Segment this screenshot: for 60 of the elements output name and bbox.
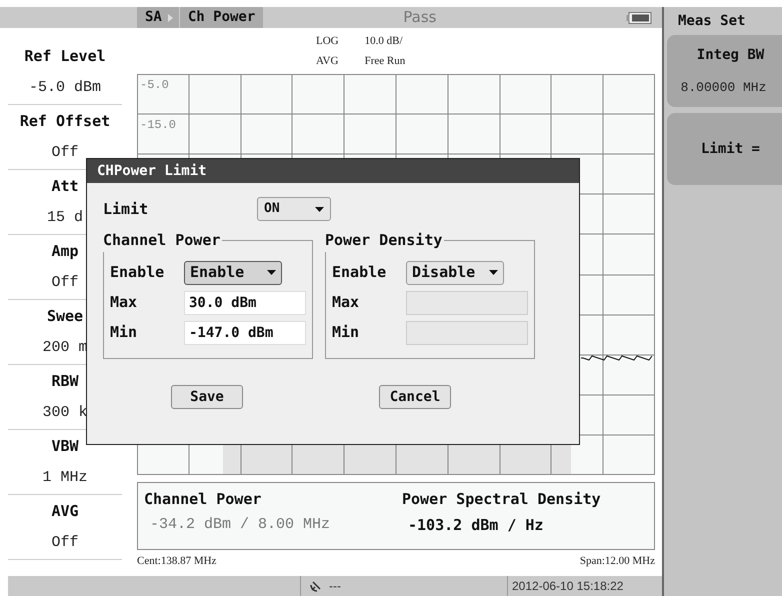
field-label: Max [110, 292, 138, 314]
center-frequency: Cent:138.87 MHz [137, 554, 216, 569]
parameter-label[interactable]: Amp [51, 240, 79, 262]
caret-icon [267, 270, 276, 275]
parameter-value: Off [51, 532, 78, 553]
result-label: Power Spectral Density [402, 489, 601, 510]
parameter-value: 15 d [46, 208, 83, 228]
mode-tab[interactable]: SA Ch Power [137, 7, 264, 28]
spectrum-trace [580, 355, 652, 361]
parameter-value: 1 MHz [42, 468, 88, 488]
caret-icon [315, 206, 324, 212]
softkey-button[interactable]: Integ BW 8.00000 MHz [667, 35, 782, 107]
span-frequency: Span:12.00 MHz [580, 554, 655, 569]
battery-icon [626, 12, 652, 24]
chevron-right-icon [168, 14, 173, 22]
menu-title: Meas Set [677, 12, 746, 30]
scale-label: -15.0 [140, 117, 176, 134]
limit-dropdown[interactable]: ON [257, 197, 331, 221]
dialog-button[interactable]: Save [171, 385, 243, 409]
scale-type-text: LOG [316, 34, 339, 48]
softkey-button[interactable]: Limit = [667, 113, 782, 185]
measurement-label: Ch Power [178, 7, 256, 28]
trigger-text: Free Run [364, 54, 406, 69]
parameter-label[interactable]: Swee [46, 304, 84, 328]
scale-label: -5.0 [140, 77, 169, 94]
field-label: Min [332, 322, 360, 344]
field-label: Min [110, 322, 138, 344]
scale-text: 10.0 dB/ [364, 34, 404, 48]
enable-dropdown[interactable]: Disable [406, 260, 504, 284]
dialog-button[interactable]: Cancel [379, 385, 451, 409]
parameter-label[interactable]: Ref Level [24, 44, 106, 68]
parameter-label[interactable]: RBW [51, 370, 79, 392]
satellite-icon [309, 579, 323, 593]
parameter-value: Off [51, 272, 78, 293]
value-field[interactable]: 30.0 dBm [184, 290, 306, 314]
limit-label: Limit [103, 198, 150, 220]
parameter-label[interactable]: AVG [51, 500, 79, 522]
parameter-label[interactable]: VBW [51, 434, 79, 458]
parameter-value: Off [51, 142, 78, 163]
enable-dropdown[interactable]: Enable [184, 260, 282, 284]
pass-status: Pass [403, 7, 436, 28]
enable-label: Enable [110, 262, 166, 284]
mode-label: SA [145, 8, 162, 27]
parameter-label[interactable]: Att [51, 174, 79, 198]
result-label: Channel Power [144, 489, 262, 510]
field-label: Max [332, 292, 360, 314]
date-time: 2012-06-10 15:18:22 [507, 576, 624, 596]
enable-label: Enable [332, 262, 388, 284]
gps-status: --- [329, 578, 341, 595]
value-field[interactable]: -147.0 dBm [184, 320, 306, 344]
result-value: -34.2 dBm / 8.00 MHz [149, 514, 332, 534]
result-value: -103.2 dBm / Hz [407, 514, 544, 536]
parameter-value: 300 k [42, 402, 88, 423]
parameter-value: -5.0 dBm [28, 78, 101, 98]
group-title: Channel Power [103, 230, 222, 251]
detector-text: AVG [316, 54, 339, 69]
parameter-label[interactable]: Ref Offset [20, 110, 110, 132]
dialog-title: CHPower Limit [97, 162, 207, 180]
group-title: Power Density [325, 230, 444, 251]
caret-icon [489, 270, 498, 275]
